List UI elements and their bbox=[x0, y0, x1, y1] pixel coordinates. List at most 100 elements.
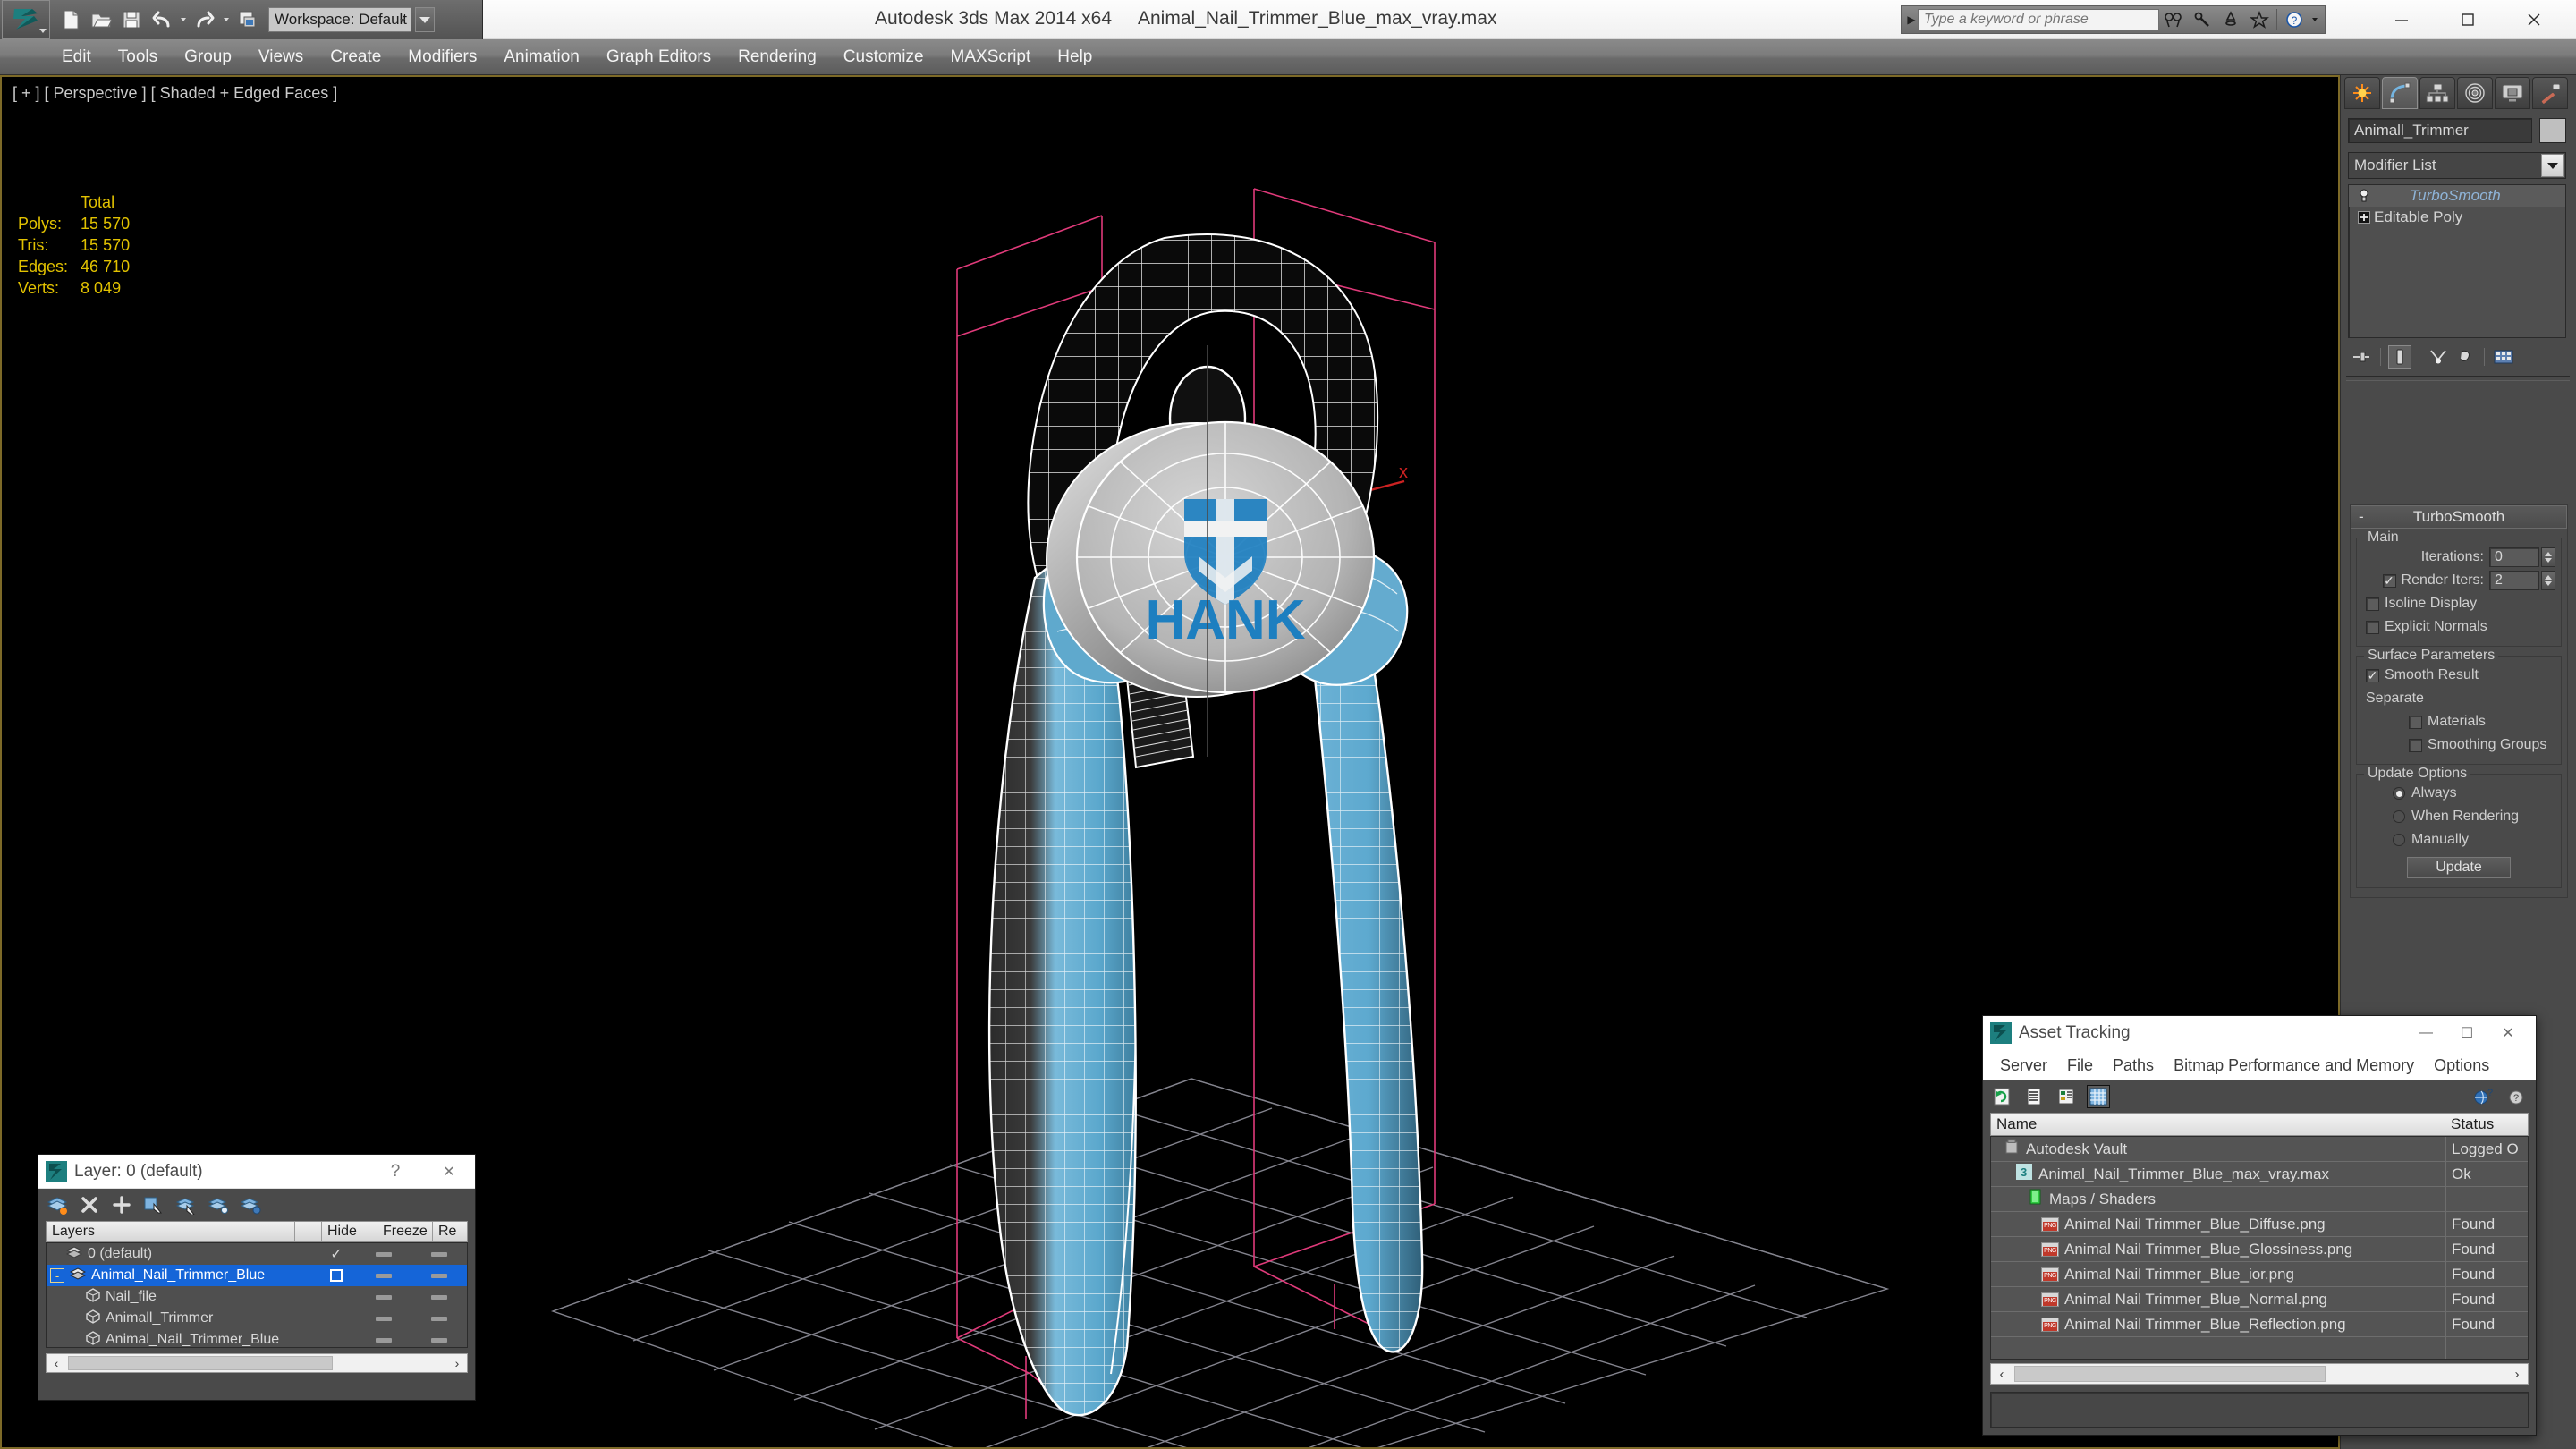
menu-help[interactable]: Help bbox=[1044, 39, 1106, 75]
infocenter-dropdown-icon[interactable] bbox=[2309, 5, 2321, 34]
hierarchy-tab[interactable] bbox=[2419, 77, 2455, 109]
freeze-toggle[interactable] bbox=[411, 1273, 467, 1278]
close-button[interactable] bbox=[2501, 0, 2567, 39]
pin-stack-icon[interactable] bbox=[2350, 345, 2373, 369]
close-icon[interactable]: ✕ bbox=[2487, 1016, 2529, 1050]
create-tab[interactable] bbox=[2344, 77, 2380, 109]
column-layers[interactable]: Layers bbox=[47, 1222, 295, 1241]
favorites-icon[interactable] bbox=[2245, 6, 2274, 33]
hide-toggle[interactable] bbox=[356, 1337, 411, 1343]
hide-toggle[interactable] bbox=[356, 1316, 411, 1321]
current-layer-check[interactable]: ✓ bbox=[317, 1245, 356, 1263]
list-item[interactable]: Nail_file bbox=[47, 1286, 467, 1308]
modify-tab[interactable] bbox=[2382, 77, 2418, 109]
detail-view-icon[interactable] bbox=[2055, 1085, 2078, 1108]
communication-center-icon[interactable] bbox=[2216, 6, 2245, 33]
isoline-display-checkbox[interactable] bbox=[2366, 597, 2379, 611]
set-project-folder-button[interactable] bbox=[233, 5, 262, 34]
column-render[interactable]: Re bbox=[433, 1222, 467, 1241]
table-row[interactable]: Maps / Shaders bbox=[1991, 1187, 2528, 1212]
list-item[interactable]: 0 (default) ✓ bbox=[47, 1243, 467, 1265]
make-unique-icon[interactable] bbox=[2427, 345, 2450, 369]
table-row[interactable]: Animal Nail Trimmer_Blue_Reflection.png … bbox=[1991, 1312, 2528, 1337]
remove-modifier-icon[interactable] bbox=[2453, 345, 2477, 369]
table-row[interactable]: Animal Nail Trimmer_Blue_Glossiness.png … bbox=[1991, 1237, 2528, 1262]
application-menu-button[interactable] bbox=[2, 0, 50, 39]
expand-plus-icon[interactable] bbox=[2354, 211, 2374, 224]
layer-properties-icon[interactable] bbox=[239, 1193, 262, 1216]
help-globe-icon[interactable]: ? bbox=[2471, 1085, 2495, 1108]
display-tab[interactable] bbox=[2495, 77, 2530, 109]
menu-edit[interactable]: Edit bbox=[48, 39, 105, 75]
materials-checkbox[interactable] bbox=[2409, 715, 2422, 729]
infocenter-expand-icon[interactable]: ▶ bbox=[1905, 13, 1918, 26]
scrollbar-thumb[interactable] bbox=[2014, 1366, 2326, 1382]
configure-modifier-sets-icon[interactable] bbox=[2492, 345, 2515, 369]
update-button[interactable]: Update bbox=[2407, 857, 2511, 878]
asset-list[interactable]: Autodesk Vault Logged O 3 Animal_Nail_Tr… bbox=[1990, 1136, 2529, 1360]
object-color-swatch[interactable] bbox=[2539, 118, 2566, 143]
render-iters-spinner[interactable] bbox=[2541, 571, 2555, 590]
smooth-result-checkbox[interactable] bbox=[2366, 668, 2379, 682]
object-name-field[interactable]: Animall_Trimmer bbox=[2348, 118, 2532, 143]
list-view-icon[interactable] bbox=[2022, 1085, 2046, 1108]
layer-list[interactable]: 0 (default) ✓ - Animal_Nail_Trimmer_Blue bbox=[46, 1242, 468, 1348]
scroll-right-icon[interactable]: › bbox=[447, 1356, 467, 1370]
table-row[interactable]: Animal Nail Trimmer_Blue_Normal.png Foun… bbox=[1991, 1287, 2528, 1312]
menu-paths[interactable]: Paths bbox=[2103, 1056, 2164, 1075]
expander-icon[interactable]: - bbox=[50, 1268, 64, 1283]
freeze-toggle[interactable] bbox=[411, 1294, 467, 1300]
minimize-button[interactable] bbox=[2368, 0, 2435, 39]
update-option-always[interactable]: Always bbox=[2362, 782, 2555, 805]
show-end-result-icon[interactable] bbox=[2388, 345, 2411, 369]
layer-dialog[interactable]: Layer: 0 (default) ? ✕ Layers Hide Freez… bbox=[38, 1154, 476, 1401]
new-file-button[interactable] bbox=[56, 5, 85, 34]
layer-horizontal-scrollbar[interactable]: ‹ › bbox=[46, 1353, 468, 1373]
open-file-button[interactable] bbox=[87, 5, 115, 34]
menu-server[interactable]: Server bbox=[1990, 1056, 2057, 1075]
column-freeze[interactable]: Freeze bbox=[377, 1222, 433, 1241]
menu-customize[interactable]: Customize bbox=[830, 39, 937, 75]
workspace-dropdown-button[interactable] bbox=[415, 7, 435, 32]
table-row[interactable]: Autodesk Vault Logged O bbox=[1991, 1137, 2528, 1162]
modifier-stack[interactable]: TurboSmooth Editable Poly bbox=[2348, 184, 2566, 338]
menu-tools[interactable]: Tools bbox=[105, 39, 171, 75]
menu-file[interactable]: File bbox=[2057, 1056, 2103, 1075]
always-radio[interactable] bbox=[2393, 787, 2405, 800]
redo-button[interactable] bbox=[191, 5, 219, 34]
list-item[interactable]: - Animal_Nail_Trimmer_Blue bbox=[47, 1265, 467, 1286]
table-row[interactable]: Animal Nail Trimmer_Blue_Diffuse.png Fou… bbox=[1991, 1212, 2528, 1237]
explicit-normals-checkbox[interactable] bbox=[2366, 620, 2379, 634]
redo-dropdown-icon[interactable] bbox=[220, 5, 233, 34]
search-icon[interactable] bbox=[2159, 6, 2188, 33]
help-icon[interactable]: ? bbox=[2280, 6, 2309, 33]
create-new-layer-icon[interactable] bbox=[46, 1193, 69, 1216]
menu-bitmap-performance[interactable]: Bitmap Performance and Memory bbox=[2164, 1056, 2424, 1075]
refresh-icon[interactable] bbox=[1990, 1085, 2013, 1108]
scrollbar-thumb[interactable] bbox=[68, 1356, 333, 1370]
freeze-toggle[interactable] bbox=[411, 1316, 467, 1321]
rollout-header[interactable]: - TurboSmooth bbox=[2351, 505, 2567, 529]
modifier-list-dropdown[interactable]: Modifier List bbox=[2348, 152, 2566, 179]
iterations-spinner[interactable] bbox=[2541, 547, 2555, 567]
menu-group[interactable]: Group bbox=[171, 39, 245, 75]
subscription-center-icon[interactable] bbox=[2188, 6, 2216, 33]
delete-layer-icon[interactable] bbox=[78, 1193, 101, 1216]
maximize-icon[interactable]: ☐ bbox=[2446, 1016, 2487, 1050]
utilities-tab[interactable] bbox=[2532, 77, 2568, 109]
update-option-manually[interactable]: Manually bbox=[2362, 828, 2555, 852]
chevron-down-icon[interactable] bbox=[2541, 154, 2564, 177]
scroll-left-icon[interactable]: ‹ bbox=[1991, 1367, 2012, 1382]
freeze-toggle[interactable] bbox=[411, 1251, 467, 1257]
hide-toggle[interactable] bbox=[356, 1273, 411, 1278]
table-row[interactable]: Animal Nail Trimmer_Blue_ior.png Found bbox=[1991, 1262, 2528, 1287]
menu-rendering[interactable]: Rendering bbox=[724, 39, 830, 75]
render-iters-input[interactable]: 2 bbox=[2489, 571, 2539, 590]
maximize-button[interactable] bbox=[2435, 0, 2501, 39]
help-icon[interactable]: ? bbox=[2505, 1085, 2529, 1108]
select-highlighted-objects-icon[interactable] bbox=[174, 1193, 198, 1216]
close-icon[interactable]: ✕ bbox=[430, 1158, 468, 1185]
motion-tab[interactable] bbox=[2457, 77, 2493, 109]
freeze-toggle[interactable] bbox=[411, 1337, 467, 1343]
column-name[interactable]: Name bbox=[1991, 1114, 2445, 1135]
